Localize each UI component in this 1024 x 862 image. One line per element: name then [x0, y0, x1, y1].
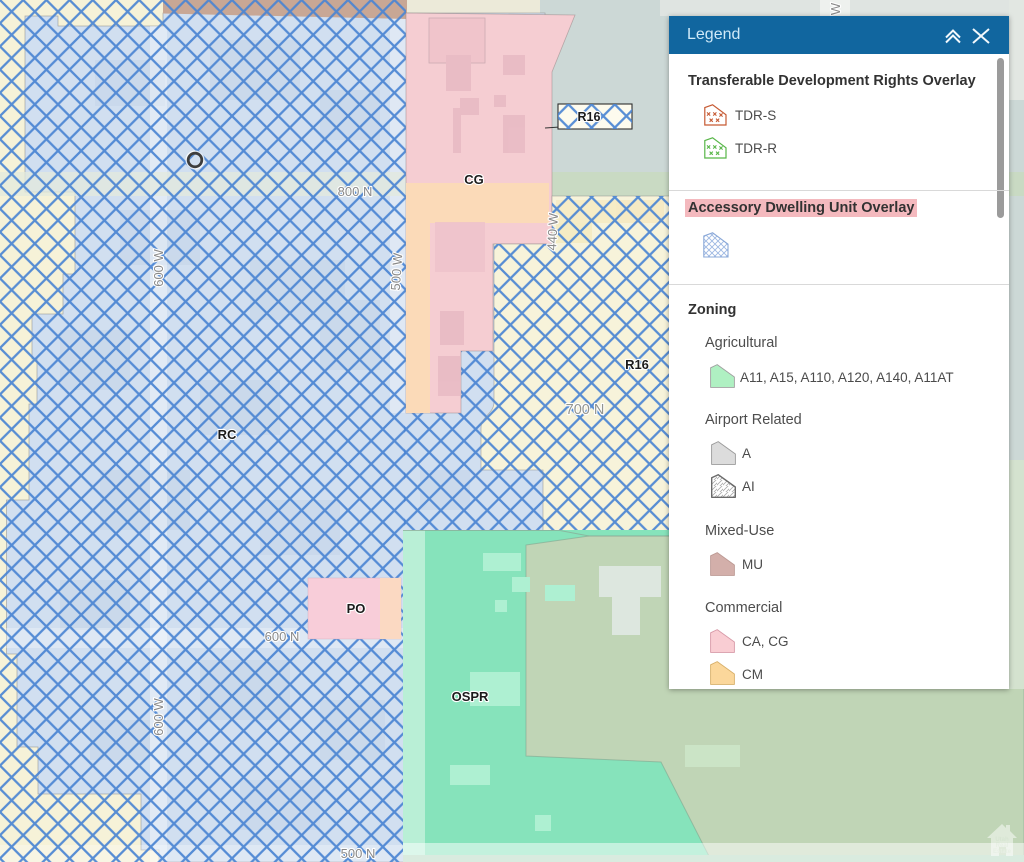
svg-text:440 W: 440 W [544, 212, 561, 251]
svg-text:R16: R16 [625, 357, 649, 372]
svg-text:W: W [828, 2, 843, 15]
svg-text:OSPR: OSPR [452, 689, 489, 704]
svg-text:600 N: 600 N [265, 629, 300, 644]
svg-text:600 W: 600 W [151, 248, 166, 286]
svg-text:500 N: 500 N [341, 846, 376, 861]
svg-text:500 W: 500 W [388, 252, 406, 291]
svg-text:800 N: 800 N [338, 184, 373, 199]
svg-text:PO: PO [347, 601, 366, 616]
svg-text:RC: RC [218, 427, 237, 442]
svg-text:R16: R16 [578, 110, 601, 124]
svg-text:CG: CG [464, 172, 484, 187]
svg-text:700 N: 700 N [566, 402, 605, 418]
svg-text:Estate: Estate [993, 849, 1012, 855]
svg-text:600 W: 600 W [151, 697, 166, 735]
